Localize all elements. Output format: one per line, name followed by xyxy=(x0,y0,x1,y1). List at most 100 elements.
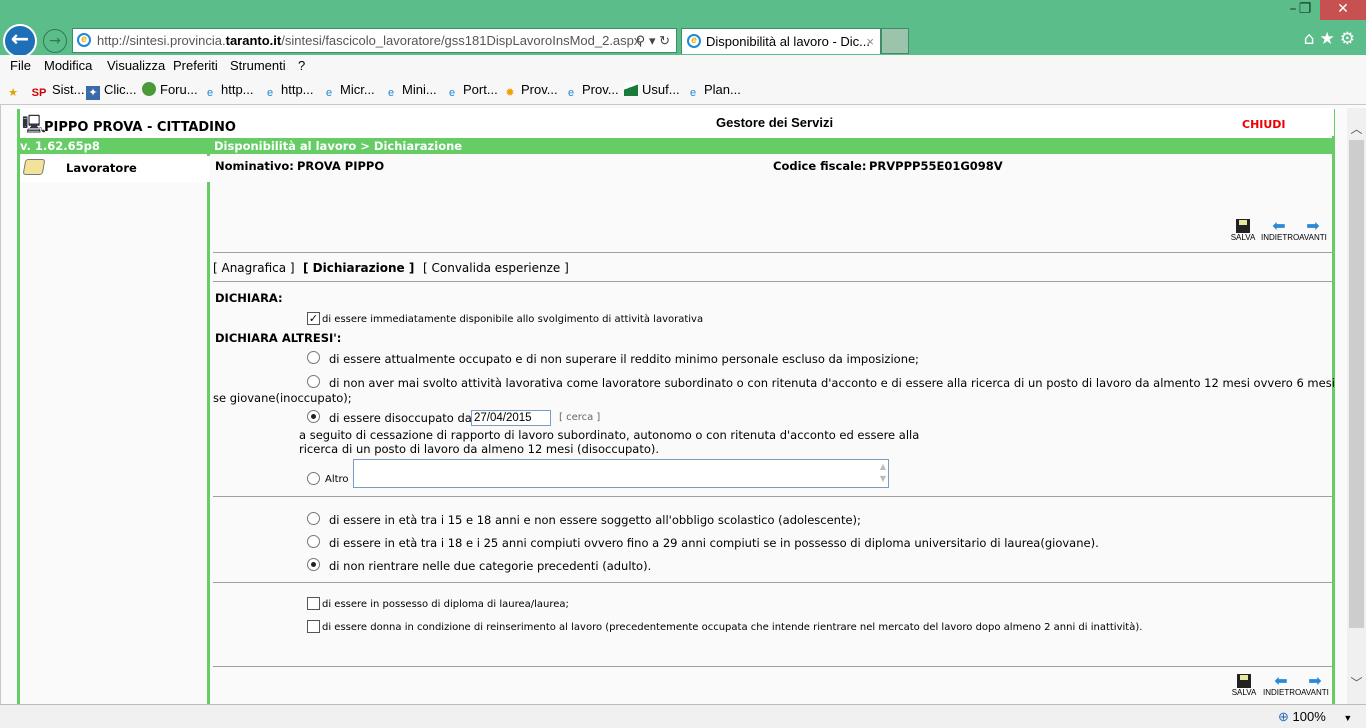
forward-button[interactable]: → xyxy=(43,29,67,53)
disoccupato-date-input[interactable] xyxy=(471,410,551,426)
favorite-item[interactable]: e Prov... xyxy=(564,82,619,100)
dropdown-icon[interactable]: ▾ xyxy=(649,33,656,48)
giovane-radio[interactable] xyxy=(307,535,320,548)
url-prefix: http://sintesi.provincia. xyxy=(97,33,226,48)
zoom-control[interactable]: ⊕ 100% ▼ xyxy=(1278,709,1352,725)
arrow-left-icon: ⬅ xyxy=(1274,673,1288,690)
user-title: PIPPO PROVA - CITTADINO xyxy=(44,120,236,135)
tab-dichiarazione[interactable]: [ Dichiarazione ] xyxy=(303,261,414,275)
menu-preferiti[interactable]: Preferiti xyxy=(173,58,218,73)
version-label: v. 1.62.65p8 xyxy=(20,139,100,153)
altro-textarea[interactable]: ▲ ▼ xyxy=(353,459,889,488)
app-title: Gestore dei Servizi xyxy=(716,115,834,130)
zoom-icon: ⊕ xyxy=(1278,709,1289,724)
cf-value: PRVPPP55E01G098V xyxy=(869,159,1003,173)
favorite-item[interactable]: Foru... xyxy=(142,82,198,97)
back-page-button[interactable]: ⬅ INDIETRO xyxy=(1261,218,1299,243)
close-link[interactable]: CHIUDI xyxy=(1242,118,1286,131)
adulto-label: di non rientrare nelle due categorie pre… xyxy=(329,559,652,573)
adolescente-radio[interactable] xyxy=(307,512,320,525)
favorite-item[interactable]: ✹ Prov... xyxy=(503,82,557,100)
breadcrumb: Disponibilità al lavoro > Dichiarazione xyxy=(214,139,463,153)
inoccupato-label: di non aver mai svolto attività lavorati… xyxy=(329,376,1335,390)
forward-page-button[interactable]: ➡ AVANTI xyxy=(1297,219,1329,243)
ie-icon: e xyxy=(77,33,91,47)
close-window-button[interactable]: ✕ xyxy=(1320,0,1366,20)
save-button[interactable]: SALVA xyxy=(1227,219,1259,242)
menu-help[interactable]: ? xyxy=(298,58,305,73)
divider xyxy=(213,582,1332,583)
favorite-item[interactable]: ✦ Clic... xyxy=(86,82,137,100)
address-bar[interactable]: e http://sintesi.provincia.taranto.it/si… xyxy=(72,28,677,53)
dichiara-heading: DICHIARA: xyxy=(215,291,283,305)
arrow-right-icon: → xyxy=(49,33,61,49)
zoom-dropdown-icon[interactable]: ▼ xyxy=(1343,713,1352,723)
occupato-radio[interactable] xyxy=(307,351,320,364)
favorite-item[interactable]: Usuf... xyxy=(624,82,680,97)
back-button[interactable]: ← xyxy=(3,24,37,58)
close-tab-icon[interactable]: × xyxy=(866,29,874,54)
sidebar-item-lavoratore[interactable]: Lavoratore xyxy=(20,156,210,182)
status-bar-green: v. 1.62.65p8 Disponibilità al lavoro > D… xyxy=(20,138,1332,154)
ie-page-icon: e xyxy=(448,87,456,99)
save-button-bottom[interactable]: SALVA xyxy=(1228,674,1260,697)
inoccupato-radio[interactable] xyxy=(307,375,320,388)
cf-label: Codice fiscale: xyxy=(773,159,867,173)
disoccupato-label-cont2: ricerca di un posto di lavoro da almeno … xyxy=(299,442,660,456)
disoccupato-radio[interactable] xyxy=(307,410,320,423)
restore-button[interactable]: ❐ xyxy=(1288,0,1322,20)
scroll-thumb[interactable] xyxy=(1349,140,1364,628)
browser-titlebar: – ❐ ✕ ← → e http://sintesi.provincia.tar… xyxy=(0,0,1366,60)
menu-modifica[interactable]: Modifica xyxy=(44,58,92,73)
scroll-up-icon[interactable]: ︿ xyxy=(1347,120,1366,137)
disoccupato-label-cont: a seguito di cessazione di rapporto di l… xyxy=(299,428,920,442)
divider xyxy=(213,252,1332,253)
sidebar-item-label: Lavoratore xyxy=(66,161,137,175)
folder-icon xyxy=(22,159,46,175)
favorite-item[interactable]: e Port... xyxy=(445,82,498,100)
favorite-item[interactable]: e Plan... xyxy=(686,82,741,100)
menu-strumenti[interactable]: Strumenti xyxy=(230,58,286,73)
url-domain: taranto.it xyxy=(225,33,282,48)
home-icon[interactable]: ⌂ xyxy=(1304,29,1320,49)
arrow-left-icon: ⬅ xyxy=(1272,218,1286,235)
altro-radio[interactable] xyxy=(307,472,320,485)
reinserimento-checkbox[interactable] xyxy=(307,620,320,633)
forward-page-button-bottom[interactable]: ➡ AVANTI xyxy=(1299,674,1331,698)
favorite-item[interactable]: e http... xyxy=(203,82,254,100)
new-tab-button[interactable] xyxy=(881,28,909,54)
back-page-button-bottom[interactable]: ⬅ INDIETRO xyxy=(1263,673,1301,698)
floppy-icon xyxy=(1236,219,1250,233)
favorite-item[interactable]: e http... xyxy=(263,82,314,100)
disponibile-label: di essere immediatamente disponibile all… xyxy=(322,314,704,325)
occupato-label: di essere attualmente occupato e di non … xyxy=(329,352,919,366)
adulto-radio[interactable] xyxy=(307,558,320,571)
add-favorite-icon[interactable]: ★ xyxy=(6,82,24,100)
menu-file[interactable]: File xyxy=(10,58,31,73)
gear-icon[interactable]: ⚙ xyxy=(1340,29,1360,49)
laurea-checkbox[interactable] xyxy=(307,597,320,610)
search-icon[interactable]: ⚲ xyxy=(636,33,646,48)
disponibile-checkbox[interactable]: ✓ xyxy=(307,312,320,325)
ie-page-icon: e xyxy=(266,87,274,99)
nominativo-label: Nominativo: xyxy=(215,159,294,173)
favorite-item[interactable]: SP Sist... xyxy=(30,82,85,100)
favorites-bar: ★ SP Sist... ✦ Clic... Foru... e http... eh… xyxy=(0,78,1366,104)
giovane-label: di essere in età tra i 18 e i 25 anni co… xyxy=(329,536,1099,550)
cerca-link[interactable]: [ cerca ] xyxy=(559,412,600,423)
favorite-item[interactable]: e Mini... xyxy=(384,82,437,100)
disoccupato-label: di essere disoccupato dal xyxy=(329,411,476,425)
menu-visualizza[interactable]: Visualizza xyxy=(107,58,165,73)
scroll-down-icon[interactable]: ﹀ xyxy=(1347,674,1366,691)
refresh-icon[interactable]: ↻ xyxy=(659,33,670,48)
reinserimento-label: di essere donna in condizione di reinser… xyxy=(322,622,1143,633)
ie-icon: e xyxy=(687,34,701,48)
adolescente-label: di essere in età tra i 15 e 18 anni e no… xyxy=(329,513,861,527)
vertical-scrollbar[interactable]: ︿ ﹀ xyxy=(1347,108,1366,704)
inoccupato-label-cont: se giovane(inoccupato); xyxy=(213,391,352,405)
favorite-item[interactable]: e Micr... xyxy=(322,82,375,100)
tab-convalida-esperienze[interactable]: [ Convalida esperienze ] xyxy=(423,261,569,275)
star-icon[interactable]: ★ xyxy=(1320,29,1340,49)
browser-tab[interactable]: e Disponibilità al lavoro - Dic... × xyxy=(681,28,881,54)
tab-anagrafica[interactable]: [ Anagrafica ] xyxy=(213,261,295,275)
